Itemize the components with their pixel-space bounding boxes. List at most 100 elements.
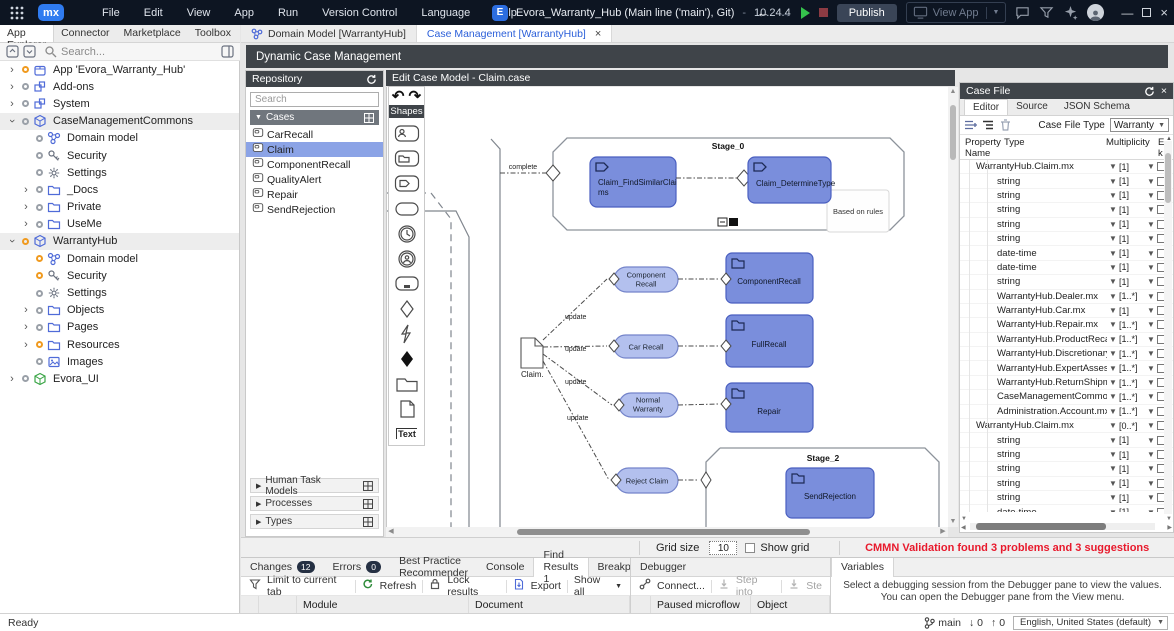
type-dropdown-icon[interactable]: ▼ xyxy=(1107,436,1119,445)
tab-variables[interactable]: Variables xyxy=(831,558,894,577)
multiplicity-dropdown-icon[interactable]: ▼ xyxy=(1145,277,1157,286)
multiplicity-dropdown-icon[interactable]: ▼ xyxy=(1145,234,1157,243)
menu-app[interactable]: App xyxy=(224,4,264,22)
scroll-up-icon[interactable]: ▲ xyxy=(948,87,958,97)
type-dropdown-icon[interactable]: ▼ xyxy=(1107,479,1119,488)
minimize-button[interactable]: — xyxy=(1121,6,1133,20)
section-processes[interactable]: ▶Processes xyxy=(250,496,379,511)
chevron-right-icon[interactable]: › xyxy=(6,64,18,76)
tree-item-settings[interactable]: Settings xyxy=(0,164,239,181)
add-grid-icon[interactable] xyxy=(363,517,373,527)
multiplicity-dropdown-icon[interactable]: ▼ xyxy=(1145,364,1157,373)
panel-options-icon[interactable] xyxy=(221,45,234,58)
tab-case-management[interactable]: Case Management [WarrantyHub] × xyxy=(417,25,612,42)
view-app-button[interactable]: View App ▼ xyxy=(906,2,1007,23)
case-file-row[interactable]: WarrantyHub.DiscretionaryItemI▼[1..*]▼ xyxy=(960,347,1173,361)
case-file-row[interactable]: string▼[1]▼ xyxy=(960,462,1173,476)
process-task-icon[interactable] xyxy=(393,173,421,194)
funnel-icon[interactable] xyxy=(1039,5,1054,20)
incoming-changes[interactable]: ↓ 0 xyxy=(969,617,983,629)
case-item-qualityalert[interactable]: QualityAlert xyxy=(246,172,383,187)
explorer-tab-app-explorer[interactable]: App Explorer xyxy=(0,25,54,42)
branch-indicator[interactable]: main xyxy=(924,617,961,629)
chevron-right-icon[interactable]: › xyxy=(20,184,32,196)
type-dropdown-icon[interactable]: ▼ xyxy=(1107,306,1119,315)
folder-shape-icon[interactable] xyxy=(393,373,421,394)
tree-item-objects[interactable]: ›Objects xyxy=(0,302,239,319)
menu-view[interactable]: View xyxy=(177,4,221,22)
case-file-row[interactable]: string▼[1]▼ xyxy=(960,477,1173,491)
tab-debugger[interactable]: Debugger xyxy=(631,558,695,577)
chevron-right-icon[interactable]: › xyxy=(6,373,18,385)
menu-edit[interactable]: Edit xyxy=(134,4,173,22)
type-dropdown-icon[interactable]: ▼ xyxy=(1107,349,1119,358)
multiplicity-dropdown-icon[interactable]: ▼ xyxy=(1145,378,1157,387)
type-dropdown-icon[interactable]: ▼ xyxy=(1107,234,1119,243)
case-file-row[interactable]: string▼[1]▼ xyxy=(960,189,1173,203)
back-button[interactable]: ← xyxy=(757,5,770,20)
case-file-row[interactable]: string▼[1]▼ xyxy=(960,218,1173,232)
type-dropdown-icon[interactable]: ▼ xyxy=(1107,335,1119,344)
stop-button[interactable] xyxy=(819,8,828,17)
case-item-sendrejection[interactable]: SendRejection xyxy=(246,202,383,217)
add-grid-icon[interactable] xyxy=(363,499,373,509)
menu-run[interactable]: Run xyxy=(268,4,308,22)
outgoing-changes[interactable]: ↑ 0 xyxy=(991,617,1005,629)
multiplicity-dropdown-icon[interactable]: ▼ xyxy=(1145,292,1157,301)
case-file-row[interactable]: string▼[1]▼ xyxy=(960,448,1173,462)
toolbar-button-refresh[interactable]: Refresh xyxy=(362,578,417,595)
run-button[interactable] xyxy=(801,7,810,19)
repository-search-input[interactable]: Search xyxy=(250,92,379,107)
case-file-row[interactable]: WarrantyHub.Claim.mx▼[0..*]▼ xyxy=(960,419,1173,433)
case-file-horizontal-scrollbar[interactable] xyxy=(970,523,1155,530)
column-property[interactable]: Property xyxy=(965,137,1001,148)
add-row-icon[interactable] xyxy=(964,119,977,131)
case-file-row[interactable]: WarrantyHub.Claim.mx▼[1]▼ xyxy=(960,160,1173,174)
explorer-tab-marketplace[interactable]: Marketplace xyxy=(117,25,188,42)
case-file-row[interactable]: string▼[1]▼ xyxy=(960,433,1173,447)
undo-icon[interactable]: ↶ xyxy=(392,87,405,105)
tree-item-resources[interactable]: ›Resources xyxy=(0,336,239,353)
multiplicity-dropdown-icon[interactable]: ▼ xyxy=(1145,450,1157,459)
case-file-row[interactable]: WarrantyHub.Repair.mx▼[1..*]▼ xyxy=(960,318,1173,332)
case-item-componentrecall[interactable]: ComponentRecall xyxy=(246,157,383,172)
chevron-down-icon[interactable]: › xyxy=(6,115,18,127)
tree-item-useme[interactable]: ›UseMe xyxy=(0,216,239,233)
avatar[interactable] xyxy=(1087,4,1104,21)
multiplicity-dropdown-icon[interactable]: ▼ xyxy=(1145,479,1157,488)
close-button[interactable]: × xyxy=(1160,5,1168,20)
case-file-row[interactable]: string▼[1]▼ xyxy=(960,275,1173,289)
lightning-icon[interactable] xyxy=(393,323,421,344)
case-file-row[interactable]: date-time▼[1]▼ xyxy=(960,246,1173,260)
multiplicity-dropdown-icon[interactable]: ▼ xyxy=(1145,421,1157,430)
multiplicity-dropdown-icon[interactable]: ▼ xyxy=(1145,205,1157,214)
case-file-row[interactable]: Administration.Account.mx▼[1..*]▼ xyxy=(960,405,1173,419)
redo-icon[interactable]: ↷ xyxy=(409,87,422,105)
column-paused-microflow[interactable]: Paused microflow xyxy=(657,599,740,611)
toolbar-button-connect-[interactable]: Connect... xyxy=(639,578,705,595)
type-dropdown-icon[interactable]: ▼ xyxy=(1107,450,1119,459)
stage-0-marker[interactable] xyxy=(729,218,738,226)
case-file-vertical-scrollbar[interactable] xyxy=(1164,141,1172,514)
column-module[interactable]: Module xyxy=(303,599,337,611)
tree-item-private[interactable]: ›Private xyxy=(0,199,239,216)
table-scroll-left-icon[interactable]: ◀ xyxy=(961,524,966,531)
toolbar-button-step-into[interactable]: Step into xyxy=(718,574,775,598)
tab-domain-model[interactable]: Domain Model [WarrantyHub] xyxy=(241,25,417,42)
menu-version-control[interactable]: Version Control xyxy=(312,4,407,22)
canvas-vertical-scrollbar[interactable]: ▲ ▼ xyxy=(948,87,958,527)
tree-item-evora-ui[interactable]: ›Evora_UI xyxy=(0,370,239,387)
user-event-icon[interactable] xyxy=(393,248,421,269)
delete-icon[interactable] xyxy=(1000,119,1011,131)
connector-repair[interactable] xyxy=(678,404,719,405)
multiplicity-dropdown-icon[interactable]: ▼ xyxy=(1145,162,1157,171)
type-dropdown-icon[interactable]: ▼ xyxy=(1107,263,1119,272)
sparkles-icon[interactable] xyxy=(1063,5,1078,20)
type-dropdown-icon[interactable]: ▼ xyxy=(1107,493,1119,502)
multiplicity-dropdown-icon[interactable]: ▼ xyxy=(1145,249,1157,258)
grid-size-input[interactable]: 10 xyxy=(709,541,737,555)
multiplicity-dropdown-icon[interactable]: ▼ xyxy=(1145,464,1157,473)
exit-criterion-icon[interactable] xyxy=(393,348,421,369)
case-file-row[interactable]: string▼[1]▼ xyxy=(960,174,1173,188)
timer-event-icon[interactable] xyxy=(393,223,421,244)
